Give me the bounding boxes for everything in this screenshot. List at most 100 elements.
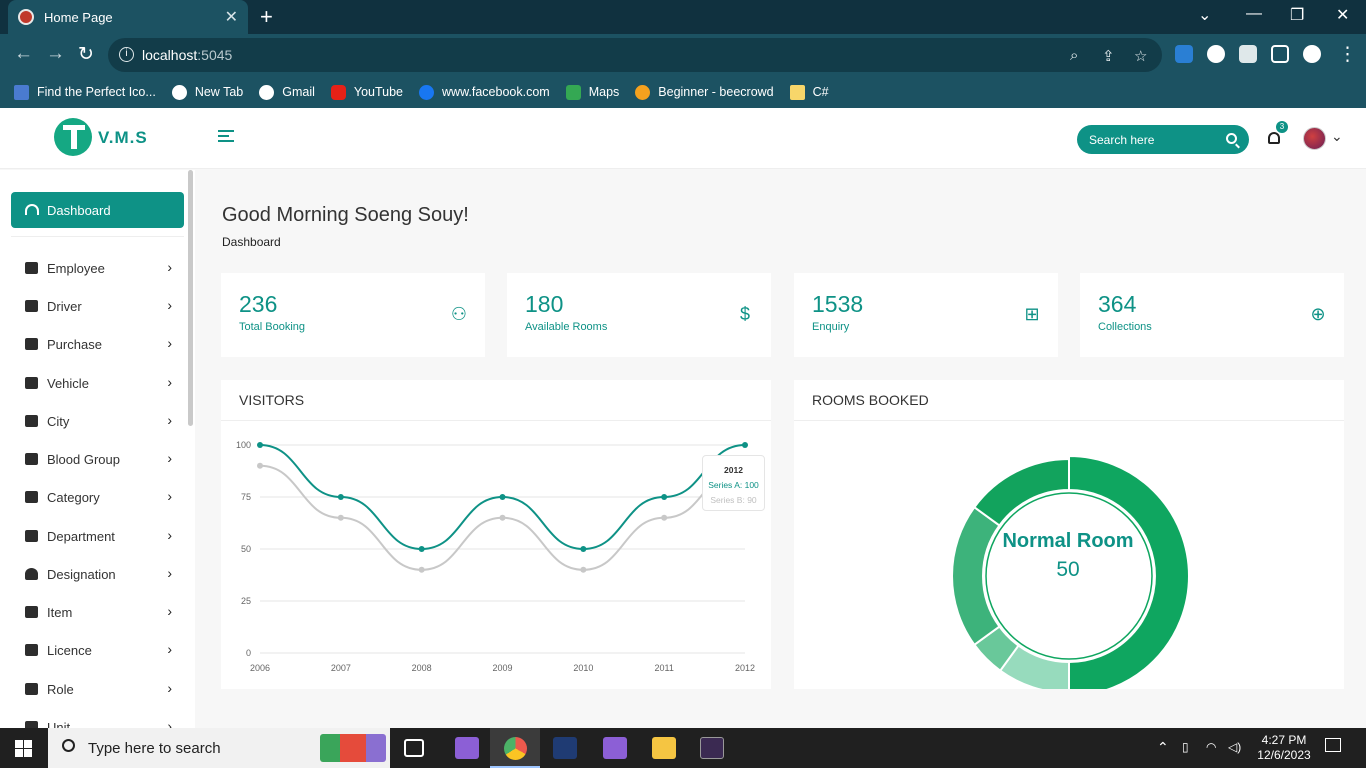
- bookmark-item[interactable]: Find the Perfect Ico...: [14, 84, 156, 100]
- sidebar-item-licence[interactable]: Licence ›: [11, 632, 184, 668]
- sidebar-item-label: Purchase: [47, 336, 102, 352]
- data-point: [257, 462, 263, 469]
- close-window-icon[interactable]: ✕: [1336, 5, 1349, 25]
- powershell-icon[interactable]: [553, 737, 577, 759]
- globe-icon: ⊕: [1310, 304, 1326, 324]
- bookmark-item[interactable]: Gmail: [259, 84, 315, 100]
- sidebar-item-role[interactable]: Role ›: [11, 671, 184, 707]
- task-view-icon[interactable]: [404, 739, 424, 757]
- y-tick-label: 100: [236, 440, 251, 450]
- chevron-right-icon: ›: [167, 335, 172, 351]
- sidebar-item-purchase[interactable]: Purchase ›: [11, 326, 184, 362]
- tab-title: Home Page: [44, 9, 113, 25]
- avatar[interactable]: [1303, 127, 1326, 150]
- chevron-right-icon: ›: [167, 488, 172, 504]
- site-info-icon[interactable]: i: [119, 47, 134, 62]
- visual-studio-preview-icon[interactable]: [455, 737, 479, 759]
- bookmark-item[interactable]: C#: [789, 84, 829, 100]
- zoom-icon[interactable]: ⌕: [1070, 47, 1078, 64]
- sidebar-item-blood-group[interactable]: Blood Group ›: [11, 441, 184, 477]
- dollar-icon: $: [739, 304, 750, 324]
- stat-value: 364: [1098, 291, 1137, 317]
- sidebar-item-employee[interactable]: Employee ›: [11, 250, 184, 286]
- file-explorer-icon[interactable]: [652, 737, 676, 759]
- list-icon: [25, 377, 38, 389]
- visual-studio-icon[interactable]: [603, 737, 627, 759]
- sidebar-item-item[interactable]: Item ›: [11, 594, 184, 630]
- scale-icon: [25, 644, 38, 656]
- x-tick-label: 2006: [250, 663, 270, 673]
- y-tick-label: 25: [241, 596, 251, 606]
- windows-taskbar: Type here to search ⌃ ▯ ◠ ◁) 4:27 PM 12/…: [0, 728, 1366, 768]
- data-point: [337, 514, 344, 521]
- x-tick-label: 2012: [735, 663, 755, 673]
- dashboard-icon: [25, 204, 39, 215]
- bookmark-item[interactable]: YouTube: [330, 84, 403, 100]
- bookmark-item[interactable]: Beginner - beecrowd: [635, 84, 774, 100]
- chevron-up-icon[interactable]: ⌃: [1157, 739, 1169, 756]
- browser-tab[interactable]: Home Page ✕: [8, 0, 248, 34]
- chevron-down-icon[interactable]: ⌄: [1331, 128, 1343, 145]
- bookmark-item[interactable]: www.facebook.com: [419, 84, 550, 100]
- back-icon[interactable]: ←: [14, 43, 33, 65]
- wifi-icon[interactable]: ◠: [1206, 740, 1216, 754]
- search-icon[interactable]: [1226, 133, 1237, 144]
- windows-start-icon[interactable]: [15, 740, 32, 757]
- forward-icon[interactable]: →: [46, 43, 65, 65]
- close-tab-icon[interactable]: ✕: [225, 7, 238, 27]
- breadcrumb[interactable]: Dashboard: [222, 235, 281, 249]
- search-input[interactable]: Search here: [1077, 125, 1249, 154]
- minimize-icon[interactable]: —: [1246, 5, 1262, 23]
- extension-ft-icon[interactable]: [1175, 45, 1193, 63]
- menu-toggle-icon[interactable]: [218, 130, 234, 144]
- device-icon[interactable]: ▯: [1182, 740, 1189, 754]
- visitors-card: VISITORS 0 25 50 75 100 2006 2007 2008 2009 2010 2…: [221, 380, 771, 689]
- sidebar-scrollbar[interactable]: [188, 170, 193, 426]
- terminal-icon[interactable]: [700, 737, 724, 759]
- reload-icon[interactable]: ↻: [78, 43, 94, 66]
- sidebar-item-city[interactable]: City ›: [11, 403, 184, 439]
- bookmark-label: www.facebook.com: [442, 85, 550, 99]
- sidebar-item-vehicle[interactable]: Vehicle ›: [11, 365, 184, 401]
- chrome-menu-icon[interactable]: ⋮: [1338, 43, 1357, 66]
- visitors-line-chart: 0 25 50 75 100 2006 2007 2008 2009 2010 2011 2012: [236, 440, 755, 673]
- clock[interactable]: 4:27 PM 12/6/2023: [1254, 733, 1314, 763]
- stat-label: Total Booking: [239, 321, 306, 333]
- sidebar-item-label: Blood Group: [47, 451, 120, 467]
- chart-tooltip: 2012 Series A: 100 Series B: 90: [702, 455, 765, 511]
- donut-slice: [972, 457, 1070, 527]
- bookmark-item[interactable]: New Tab: [171, 84, 243, 100]
- url-input[interactable]: i localhost:5045 ⌕ ⇪ ☆: [108, 38, 1162, 72]
- stat-value: 180: [525, 291, 564, 317]
- bookmark-label: Gmail: [282, 85, 315, 99]
- bookmark-item[interactable]: Maps: [565, 84, 619, 100]
- sidebar-item-dashboard[interactable]: Dashboard: [11, 192, 184, 228]
- url-port: :5045: [197, 47, 233, 63]
- share-icon[interactable]: ⇪: [1102, 47, 1115, 65]
- sidebar-item-label: Item: [47, 604, 73, 620]
- extension-circle-icon[interactable]: [1207, 45, 1225, 63]
- chevron-right-icon: ›: [167, 297, 172, 313]
- side-panel-icon[interactable]: [1271, 45, 1289, 63]
- logo-text[interactable]: V.M.S: [98, 128, 148, 148]
- sidebar-item-category[interactable]: Category ›: [11, 479, 184, 515]
- profile-icon[interactable]: [1303, 45, 1321, 63]
- extensions-puzzle-icon[interactable]: [1239, 45, 1257, 63]
- notifications-icon[interactable]: [1325, 738, 1341, 752]
- bell-icon[interactable]: [1268, 132, 1280, 144]
- sidebar-item-driver[interactable]: Driver ›: [11, 288, 184, 324]
- donut-center-label: Normal Room: [1002, 530, 1134, 552]
- new-tab-button[interactable]: +: [260, 4, 273, 30]
- sidebar-divider: [11, 236, 184, 237]
- restore-icon[interactable]: ❐: [1290, 5, 1304, 25]
- sidebar-item-department[interactable]: Department ›: [11, 518, 184, 554]
- globe-icon: [171, 84, 187, 100]
- stat-card-collections: 364 Collections ⊕: [1080, 273, 1344, 357]
- sidebar-item-designation[interactable]: Designation ›: [11, 556, 184, 592]
- taskbar-search-input[interactable]: Type here to search: [48, 728, 390, 768]
- bookmark-star-icon[interactable]: ☆: [1134, 47, 1147, 65]
- x-tick-label: 2008: [412, 663, 432, 673]
- tab-search-icon[interactable]: ⌄: [1198, 5, 1211, 25]
- volume-icon[interactable]: ◁): [1228, 740, 1241, 754]
- sidebar-item-label: Employee: [47, 260, 105, 276]
